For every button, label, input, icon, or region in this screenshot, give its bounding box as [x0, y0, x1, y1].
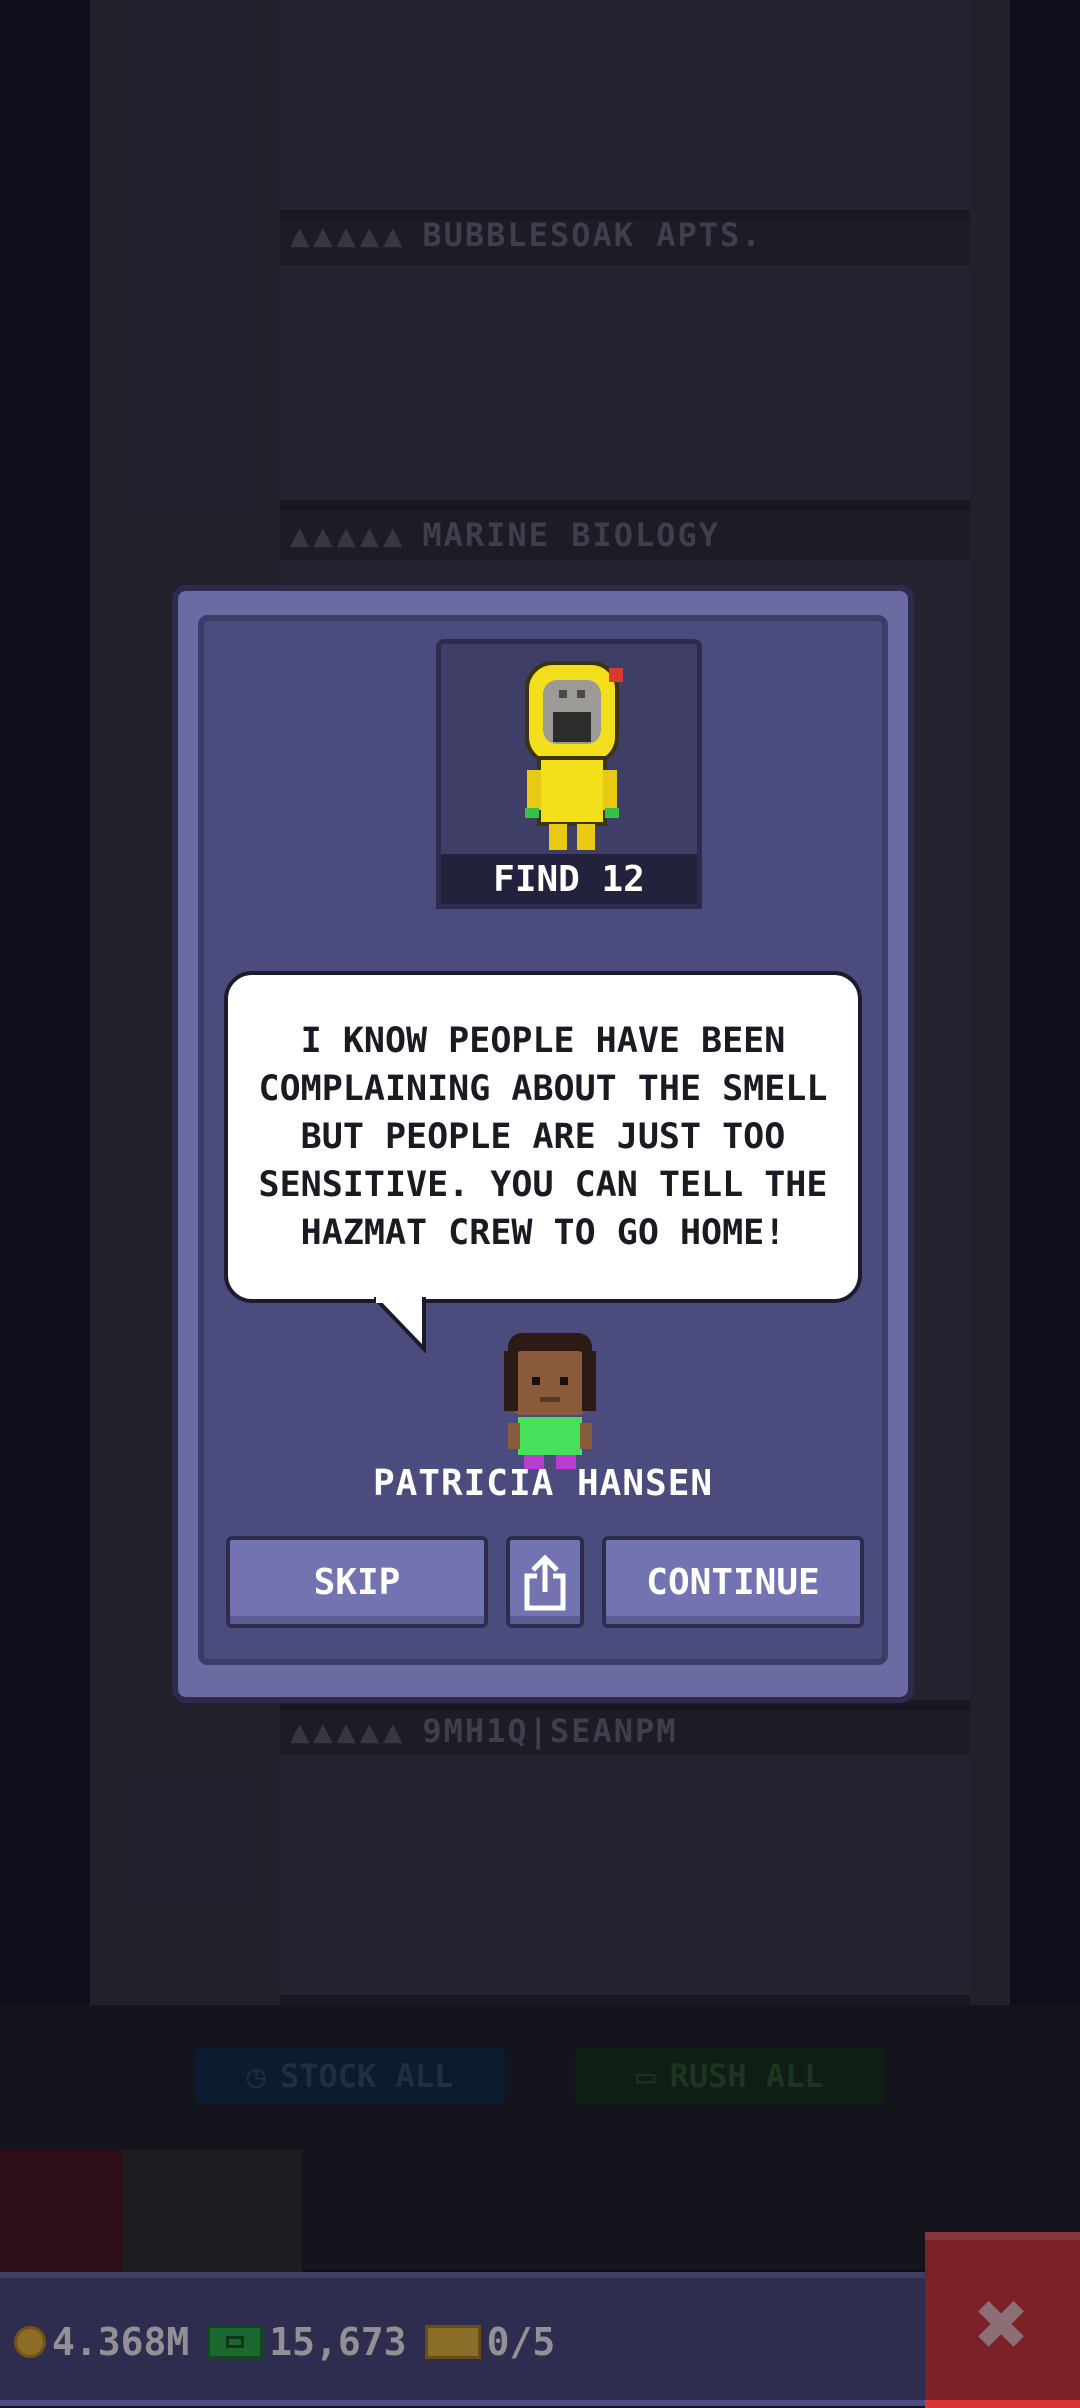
continue-button[interactable]: CONTINUE — [602, 1536, 864, 1628]
skip-label: SKIP — [313, 1561, 401, 1603]
hazmat-character-icon — [525, 661, 623, 850]
share-icon — [524, 1554, 566, 1611]
mission-dialog: FIND 12 I KNOW PEOPLE HAVE BEEN COMPLAIN… — [172, 585, 914, 1703]
share-button[interactable] — [506, 1536, 584, 1628]
speech-bubble-tail — [374, 1297, 426, 1353]
skip-button[interactable]: SKIP — [226, 1536, 488, 1628]
speaker-avatar — [504, 1333, 596, 1469]
find-count-label: FIND 12 — [441, 854, 697, 904]
speech-bubble: I KNOW PEOPLE HAVE BEEN COMPLAINING ABOU… — [224, 971, 862, 1303]
speaker-name: PATRICIA HANSEN — [372, 1463, 714, 1504]
find-target-portrait: FIND 12 — [436, 639, 702, 909]
continue-label: CONTINUE — [646, 1561, 820, 1603]
quote-text: I KNOW PEOPLE HAVE BEEN COMPLAINING ABOU… — [258, 1021, 828, 1253]
dialog-panel: FIND 12 I KNOW PEOPLE HAVE BEEN COMPLAIN… — [198, 615, 888, 1665]
